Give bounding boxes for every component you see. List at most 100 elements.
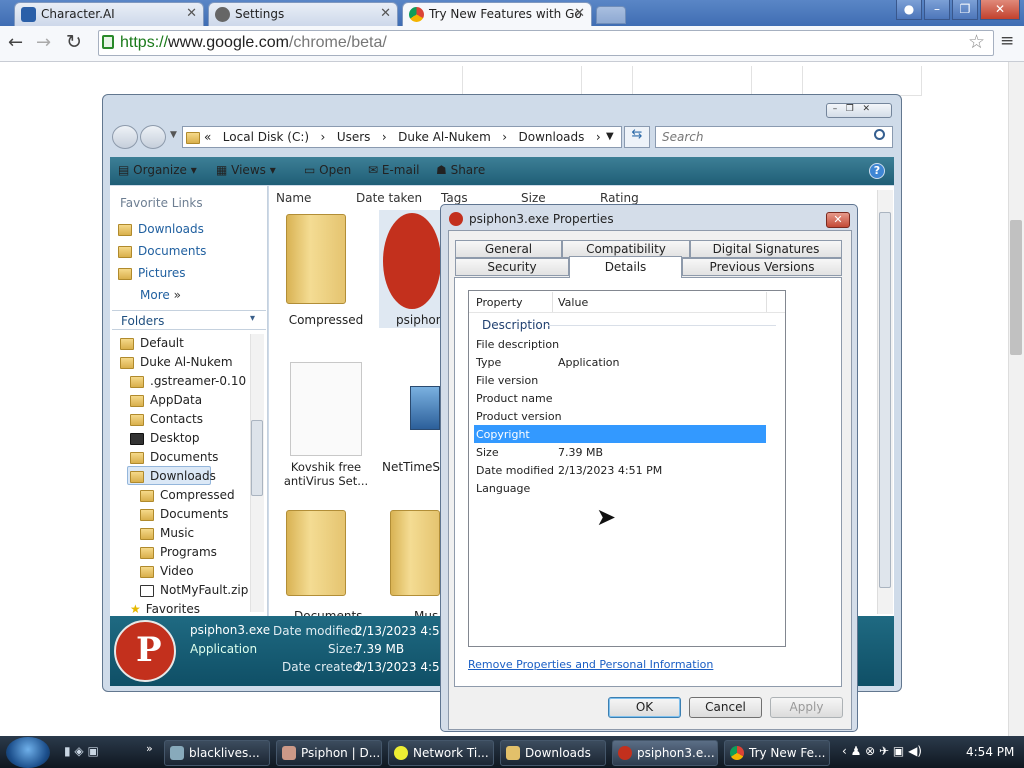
tree-item-appdata[interactable]: AppData (130, 393, 202, 412)
explorer-window-controls[interactable]: – ❐ ✕ (826, 103, 892, 118)
new-tab-button[interactable] (596, 6, 626, 24)
back-icon[interactable]: ← (8, 32, 23, 53)
column-name[interactable]: Name (276, 191, 311, 205)
quick-launch-overflow-icon[interactable]: » (146, 742, 153, 755)
taskbar-item[interactable]: psiphon3.e... (612, 740, 718, 766)
page-scrollbar-thumb[interactable] (1010, 220, 1022, 355)
property-row[interactable]: File description (474, 335, 766, 353)
reload-icon[interactable]: ↻ (66, 31, 82, 53)
tab-security[interactable]: Security (455, 258, 569, 276)
property-row[interactable]: Size 7.39 MB (474, 443, 766, 461)
url-text[interactable]: https://www.google.com/chrome/beta/ (120, 34, 387, 52)
property-row[interactable]: Date modified 2/13/2023 4:51 PM (474, 461, 766, 479)
help-icon[interactable]: ? (869, 163, 885, 179)
tree-item-programs[interactable]: Programs (140, 545, 217, 564)
minimize-button[interactable]: – (924, 0, 950, 20)
taskbar-item[interactable]: Try New Fe... (724, 740, 830, 766)
share-button[interactable]: ☗ Share (436, 163, 485, 177)
menu-icon[interactable]: ≡ (1000, 31, 1014, 51)
column-date-taken[interactable]: Date taken (356, 191, 422, 205)
tab-general[interactable]: General (455, 240, 562, 258)
tab-chrome-beta[interactable]: Try New Features with Go ✕ (402, 2, 592, 26)
tab-character-ai[interactable]: Character.AI ✕ (14, 2, 204, 26)
bookmark-star-icon[interactable]: ☆ (968, 31, 985, 53)
file-item-psiphon[interactable]: psiphon (396, 313, 443, 327)
tree-item-contacts[interactable]: Contacts (130, 412, 203, 431)
taskbar-item[interactable]: blacklives... (164, 740, 270, 766)
tree-item-compressed[interactable]: Compressed (140, 488, 235, 507)
property-row[interactable]: File version (474, 371, 766, 389)
search-input[interactable]: Search (655, 126, 893, 148)
ok-button[interactable]: OK (608, 697, 681, 718)
chevron-right-icon: » (173, 288, 181, 302)
favorite-link-pictures[interactable]: Pictures (118, 266, 186, 280)
column-rating[interactable]: Rating (600, 191, 639, 205)
clock[interactable]: 4:54 PM (966, 745, 1014, 759)
breadcrumb[interactable]: « Local Disk (C:) › Users › Duke Al-Nuke… (204, 130, 601, 144)
organize-button[interactable]: ▤ Organize ▾ (118, 163, 197, 177)
chevron-down-icon[interactable]: ▾ (250, 313, 255, 324)
tree-item-default[interactable]: Default (120, 336, 184, 355)
system-tray-icons[interactable]: ‹ ♟ ⊗ ✈ ▣ ◀) (842, 744, 922, 758)
taskbar-item[interactable]: Downloads (500, 740, 606, 766)
file-item-documents[interactable]: Documents (294, 609, 362, 616)
lock-icon[interactable] (102, 35, 114, 49)
cancel-button[interactable]: Cancel (689, 697, 762, 718)
file-scrollbar-thumb[interactable] (879, 212, 891, 588)
page-scrollbar[interactable] (1008, 62, 1024, 736)
taskbar-item[interactable]: Psiphon | D... (276, 740, 382, 766)
taskbar-item[interactable]: Network Ti... (388, 740, 494, 766)
column-property[interactable]: Property (476, 296, 523, 309)
start-button[interactable] (6, 737, 50, 768)
address-dropdown-icon[interactable]: ▼ (606, 131, 614, 142)
email-button[interactable]: ✉ E-mail (368, 163, 420, 177)
dialog-close-button[interactable]: ✕ (826, 212, 850, 228)
property-row[interactable]: Product name (474, 389, 766, 407)
profile-icon[interactable]: ● (896, 0, 922, 20)
column-size[interactable]: Size (521, 191, 546, 205)
refresh-icon[interactable]: ⇆ (624, 126, 650, 148)
forward-button[interactable] (140, 125, 166, 149)
favorite-link-documents[interactable]: Documents (118, 244, 206, 258)
search-icon[interactable] (874, 129, 885, 140)
column-value[interactable]: Value (558, 296, 588, 309)
tree-item-gstreamer[interactable]: .gstreamer-0.10 (130, 374, 246, 393)
quick-launch-icons[interactable]: ▮ ◈ ▣ (64, 744, 99, 758)
tree-item-documents-sub[interactable]: Documents (140, 507, 228, 526)
folder-icon (130, 413, 144, 426)
apply-button[interactable]: Apply (770, 697, 843, 718)
recent-pages-icon[interactable]: ▼ (170, 130, 177, 140)
tree-item-music[interactable]: Music (140, 526, 194, 545)
tree-item-downloads[interactable]: Downloads (130, 469, 216, 488)
file-item-kovshik[interactable]: Kovshik free antiVirus Set... (276, 460, 376, 488)
close-icon[interactable]: ✕ (380, 6, 391, 21)
more-link[interactable]: More » (140, 288, 181, 302)
back-button[interactable] (112, 125, 138, 149)
close-window-button[interactable]: ✕ (980, 0, 1020, 20)
forward-icon[interactable]: → (36, 32, 51, 53)
close-icon[interactable]: ✕ (186, 6, 197, 21)
file-item-compressed[interactable]: Compressed (276, 313, 376, 327)
property-row[interactable]: Type Application (474, 353, 766, 371)
property-row[interactable]: Product version (474, 407, 766, 425)
tab-digital-signatures[interactable]: Digital Signatures (690, 240, 842, 258)
close-icon[interactable]: ✕ (574, 6, 585, 21)
remove-properties-link[interactable]: Remove Properties and Personal Informati… (468, 658, 713, 671)
column-tags[interactable]: Tags (441, 191, 468, 205)
file-item-nettimeset[interactable]: NetTimeSe (382, 460, 440, 474)
tab-settings[interactable]: Settings ✕ (208, 2, 398, 26)
tab-details[interactable]: Details (569, 256, 682, 278)
restore-button[interactable]: ❐ (952, 0, 978, 20)
views-button[interactable]: ▦ Views ▾ (216, 163, 276, 177)
tree-scrollbar-thumb[interactable] (251, 420, 263, 496)
tree-item-video[interactable]: Video (140, 564, 194, 583)
open-button[interactable]: ▭ Open (304, 163, 351, 177)
tree-item-notmyfault-zip[interactable]: NotMyFault.zip (140, 583, 248, 602)
favorite-link-downloads[interactable]: Downloads (118, 222, 204, 236)
tree-item-desktop[interactable]: Desktop (130, 431, 200, 450)
file-item-music[interactable]: Mus (414, 609, 438, 616)
tab-previous-versions[interactable]: Previous Versions (682, 258, 842, 276)
property-row[interactable]: Language (474, 479, 766, 497)
tree-item-duke-al-nukem[interactable]: Duke Al-Nukem (120, 355, 233, 374)
property-row-selected[interactable]: Copyright (474, 425, 766, 443)
